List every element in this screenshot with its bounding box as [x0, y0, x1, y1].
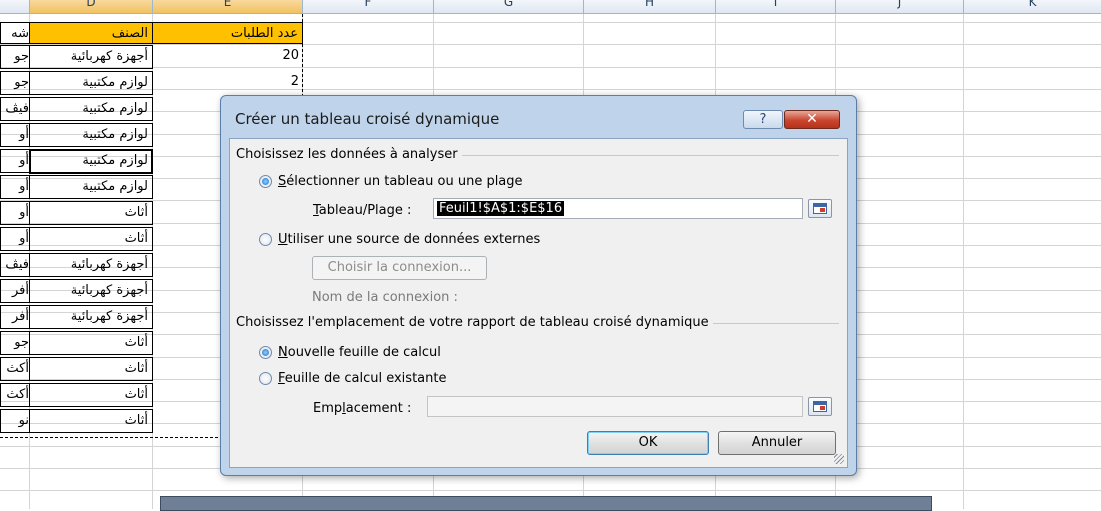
cell-d[interactable]: أثاث [29, 383, 153, 407]
column-header-j[interactable]: J [836, 0, 964, 13]
cell-c[interactable]: جو [0, 71, 30, 95]
resize-grip-icon[interactable] [834, 454, 844, 464]
cell-e[interactable]: 20 [152, 45, 302, 69]
cell-c[interactable]: جو [0, 45, 30, 69]
collapse-dialog-icon [813, 401, 827, 412]
column-header-d[interactable]: D [30, 0, 153, 13]
cell-d[interactable]: أثاث [29, 201, 153, 225]
column-header-e[interactable]: E [153, 0, 303, 13]
cell-d[interactable]: لوازم مكتبية [29, 123, 153, 147]
cell-d[interactable]: أثاث [29, 409, 153, 433]
cell-c[interactable]: أكث [0, 357, 30, 381]
cancel-button[interactable]: Annuler [718, 431, 836, 455]
cell-c[interactable]: أو [0, 175, 30, 199]
radio-existing-sheet[interactable] [259, 372, 272, 385]
collapse-dialog-icon [813, 203, 827, 214]
range-input[interactable]: Feuil1!$A$1:$E$16 [433, 198, 803, 219]
section-data-label: Choisissez les données à analyser [236, 147, 462, 162]
dialog-title: Créer un tableau croisé dynamique [235, 110, 500, 128]
cell-c[interactable]: نو [0, 409, 30, 433]
cell-c[interactable]: أو [0, 201, 30, 225]
cell-c[interactable]: أفر [0, 305, 30, 329]
cell-d[interactable]: لوازم مكتبية [29, 175, 153, 199]
grid-horizontal-line [0, 490, 1101, 492]
cell-d[interactable]: أجهزة كهربائية [29, 253, 153, 277]
column-header-f[interactable]: F [303, 0, 434, 13]
close-button[interactable]: ✕ [784, 110, 840, 129]
help-button[interactable]: ? [743, 110, 783, 129]
cell-d[interactable]: أثاث [29, 357, 153, 381]
location-picker-button[interactable] [808, 397, 832, 416]
dialog-titlebar[interactable]: Créer un tableau croisé dynamique ? ✕ [221, 96, 856, 138]
cell-d[interactable]: أجهزة كهربائية [29, 305, 153, 329]
cell-d[interactable]: أثاث [29, 227, 153, 251]
cell-d[interactable]: أثاث [29, 331, 153, 355]
column-header-h[interactable]: H [584, 0, 716, 13]
cell-c[interactable]: أو [0, 123, 30, 147]
column-header-row: D E F G H I J K [0, 0, 1101, 14]
range-label: Tableau/Plage : [313, 203, 412, 218]
help-icon: ? [759, 112, 767, 127]
column-header-i[interactable]: I [716, 0, 836, 13]
cell-e[interactable]: 2 [152, 71, 302, 95]
section-location-label: Choisissez l'emplacement de votre rappor… [236, 315, 713, 330]
cell-c[interactable]: جو [0, 331, 30, 355]
radio-existing-sheet-label[interactable]: Feuille de calcul existante [278, 371, 446, 386]
radio-external-source[interactable] [259, 233, 272, 246]
connection-name-label: Nom de la connexion : [312, 290, 458, 305]
radio-new-sheet[interactable] [259, 346, 272, 359]
location-input[interactable] [427, 396, 803, 417]
ok-button[interactable]: OK [587, 431, 709, 455]
cell-e1[interactable]: عدد الطلبات [152, 22, 303, 44]
range-input-value: Feuil1!$A$1:$E$16 [437, 201, 565, 216]
active-cell[interactable] [29, 149, 153, 174]
create-pivot-table-dialog: Créer un tableau croisé dynamique ? ✕ Ch… [220, 95, 857, 476]
cell-d1[interactable]: الصنف [29, 22, 153, 44]
radio-select-range[interactable] [259, 175, 272, 188]
radio-external-source-label[interactable]: Utiliser une source de données externes [278, 232, 540, 247]
cell-c[interactable]: أو [0, 227, 30, 251]
cell-c1[interactable]: شه [0, 22, 30, 44]
cell-c[interactable]: أفر [0, 279, 30, 303]
location-label: Emplacement : [313, 401, 412, 416]
column-header-c[interactable] [0, 0, 30, 13]
close-icon: ✕ [806, 111, 818, 127]
cell-d[interactable]: لوازم مكتبية [29, 71, 153, 95]
cell-c[interactable]: فيڤ [0, 97, 30, 121]
cell-c[interactable]: أو [0, 149, 30, 173]
dialog-body: Choisissez les données à analyser Sélect… [229, 138, 848, 468]
column-header-k[interactable]: K [964, 0, 1101, 13]
cell-d[interactable]: لوازم مكتبية [29, 97, 153, 121]
cell-d[interactable]: أجهزة كهربائية [29, 45, 153, 69]
range-picker-button[interactable] [808, 199, 832, 218]
column-header-g[interactable]: G [434, 0, 584, 13]
choose-connection-button[interactable]: Choisir la connexion... [312, 256, 487, 280]
cell-c[interactable]: أكث [0, 383, 30, 407]
radio-select-range-label[interactable]: Sélectionner un tableau ou une plage [278, 174, 523, 189]
cell-c[interactable]: فيڤ [0, 253, 30, 277]
cell-d[interactable]: أجهزة كهربائية [29, 279, 153, 303]
radio-new-sheet-label[interactable]: Nouvelle feuille de calcul [278, 345, 441, 360]
